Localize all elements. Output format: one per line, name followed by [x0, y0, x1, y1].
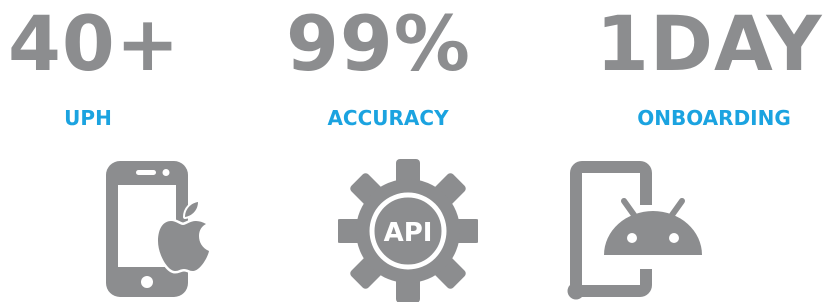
stat-label-accuracy: ACCURACY — [327, 106, 449, 130]
android-tablet-icon — [567, 161, 702, 300]
stat-value-accuracy: 99% — [286, 0, 471, 88]
stat-label-onboarding: ONBOARDING — [637, 106, 791, 130]
stat-value-uph: 40+ — [8, 0, 181, 88]
stat-value-onboarding: 1DAY — [596, 0, 823, 88]
api-gear-icon: API — [338, 159, 478, 302]
stat-label-uph: UPH — [64, 106, 112, 130]
iphone-apple-icon — [106, 161, 212, 297]
api-text: API — [384, 218, 433, 248]
